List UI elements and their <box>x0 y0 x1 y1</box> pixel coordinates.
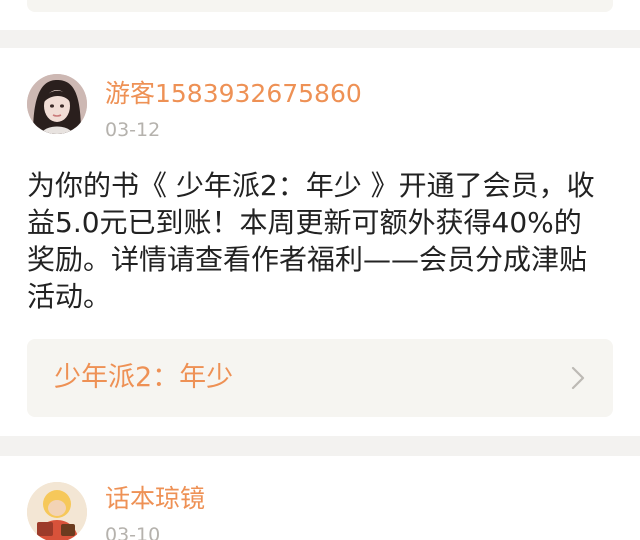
notification-date: 03-12 <box>105 119 161 141</box>
notification-card: 话本琼镜 03-10 <box>0 456 640 540</box>
cartoon-user-avatar-icon <box>27 482 87 540</box>
chevron-right-icon <box>571 366 585 390</box>
user-avatar[interactable] <box>27 482 87 540</box>
username[interactable]: 游客1583932675860 <box>105 78 362 110</box>
username[interactable]: 话本琼镜 <box>105 483 205 515</box>
book-title: 少年派2：年少 <box>54 362 234 393</box>
female-user-avatar-icon <box>27 74 87 134</box>
previous-book-link[interactable] <box>27 0 613 12</box>
notification-message: 为你的书《 少年派2：年少 》开通了会员，收益5.0元已到账！本周更新可额外获得… <box>27 169 595 313</box>
notification-card: 游客1583932675860 03-12 为你的书《 少年派2：年少 》开通了… <box>0 48 640 436</box>
previous-notification-card <box>0 0 640 30</box>
book-link[interactable]: 少年派2：年少 <box>27 339 613 417</box>
user-avatar[interactable] <box>27 74 87 134</box>
notification-feed: 游客1583932675860 03-12 为你的书《 少年派2：年少 》开通了… <box>0 0 640 540</box>
notification-date: 03-10 <box>105 524 161 540</box>
